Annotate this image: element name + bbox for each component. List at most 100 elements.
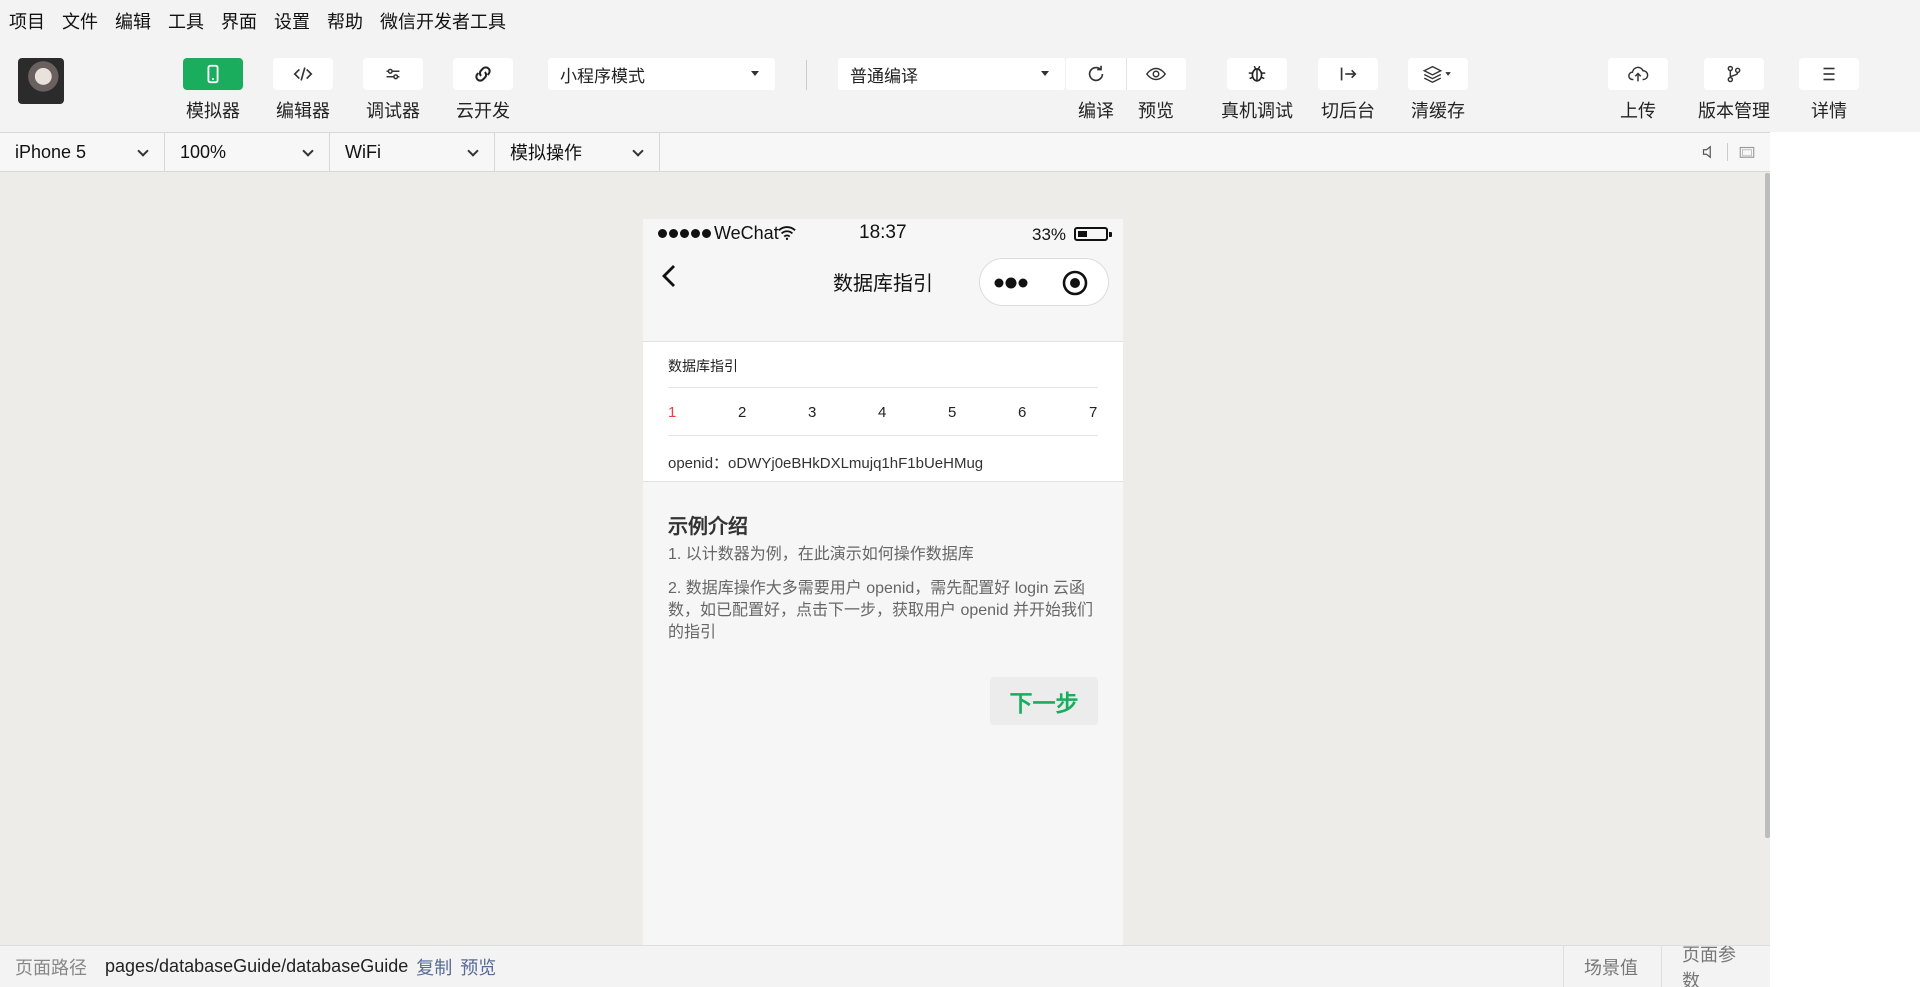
chevron-down-icon bbox=[632, 145, 644, 157]
upload-button[interactable]: 上传 bbox=[1608, 58, 1668, 123]
right-panel bbox=[1770, 132, 1920, 945]
battery-percent: 33% bbox=[1032, 225, 1067, 244]
version-button[interactable]: 版本管理 bbox=[1698, 58, 1770, 123]
bug-icon bbox=[1227, 58, 1287, 90]
menu-devtools[interactable]: 微信开发者工具 bbox=[380, 8, 506, 34]
cloud-upload-icon bbox=[1608, 58, 1668, 90]
step-7: 7 bbox=[1089, 404, 1098, 421]
scene-value-button[interactable]: 场景值 bbox=[1563, 946, 1656, 987]
compile-button[interactable]: 编译 bbox=[1066, 58, 1126, 123]
layers-icon bbox=[1408, 58, 1468, 90]
chevron-down-icon bbox=[137, 145, 149, 157]
divider bbox=[668, 435, 1098, 436]
eye-icon bbox=[1126, 58, 1186, 90]
menu-edit[interactable]: 编辑 bbox=[115, 8, 151, 34]
version-label: 版本管理 bbox=[1698, 101, 1770, 121]
details-button[interactable]: 详情 bbox=[1799, 58, 1859, 123]
preview-button[interactable]: 预览 bbox=[1126, 58, 1186, 123]
intro-title: 示例介绍 bbox=[668, 516, 748, 538]
device-select[interactable]: iPhone 5 bbox=[0, 133, 165, 171]
compile-mode-value: 普通编译 bbox=[850, 66, 918, 86]
divider bbox=[668, 387, 1098, 388]
preview-path-link[interactable]: 预览 bbox=[460, 954, 496, 980]
step-3: 3 bbox=[808, 404, 817, 421]
intro-paragraph-1: 1. 以计数器为例，在此演示如何操作数据库 bbox=[668, 546, 974, 563]
menu-capsule bbox=[979, 258, 1109, 306]
menu-file[interactable]: 文件 bbox=[62, 8, 98, 34]
switch-out-icon bbox=[1318, 58, 1378, 90]
simulator-label: 模拟器 bbox=[186, 101, 240, 121]
wifi-icon bbox=[778, 226, 796, 241]
clear-cache-label: 清缓存 bbox=[1411, 101, 1465, 121]
git-branch-icon bbox=[1704, 58, 1764, 90]
battery-icon bbox=[1074, 227, 1112, 241]
page-params-button[interactable]: 页面参数 bbox=[1661, 945, 1770, 987]
device-bar-icons bbox=[1689, 143, 1756, 161]
zoom-select-value: 100% bbox=[180, 141, 227, 162]
more-dots-icon[interactable] bbox=[994, 273, 1034, 293]
toolbar: 模拟器 编辑器 调试器 云开发 小程序模式 普通编译 编译 预览 真机调试 切后… bbox=[0, 42, 1920, 132]
menu-settings[interactable]: 设置 bbox=[274, 8, 310, 34]
step-5: 5 bbox=[948, 404, 957, 421]
step-indicator: 1 2 3 4 5 6 7 bbox=[668, 404, 1098, 424]
cloud-dev-label: 云开发 bbox=[456, 101, 510, 121]
remote-debug-button[interactable]: 真机调试 bbox=[1221, 58, 1293, 123]
status-bar: WeChat 18:37 33% bbox=[643, 219, 1123, 247]
signal-icon bbox=[658, 229, 713, 238]
menu-tools[interactable]: 工具 bbox=[168, 8, 204, 34]
devtools-window: 项目 文件 编辑 工具 界面 设置 帮助 微信开发者工具 模拟器 编辑器 调试器 bbox=[0, 0, 1920, 987]
copy-path-link[interactable]: 复制 bbox=[416, 954, 452, 980]
debugger-button[interactable]: 调试器 bbox=[363, 58, 423, 123]
cloud-dev-button[interactable]: 云开发 bbox=[453, 58, 513, 123]
simulator-scrollbar[interactable] bbox=[1765, 173, 1770, 838]
background-button[interactable]: 切后台 bbox=[1318, 58, 1378, 123]
details-label: 详情 bbox=[1811, 101, 1847, 121]
carrier-name: WeChat bbox=[714, 223, 779, 243]
next-step-button[interactable]: 下一步 bbox=[990, 677, 1098, 725]
menu-bar: 项目 文件 编辑 工具 界面 设置 帮助 微信开发者工具 bbox=[0, 0, 1920, 42]
simulate-operation-select[interactable]: 模拟操作 bbox=[495, 133, 660, 171]
right-panel-footer bbox=[1770, 945, 1920, 987]
guide-card-title: 数据库指引 bbox=[668, 358, 738, 374]
sliders-icon bbox=[363, 58, 423, 90]
menu-lines-icon bbox=[1799, 58, 1859, 90]
caret-down-icon bbox=[1041, 71, 1049, 76]
mode-select[interactable]: 小程序模式 bbox=[548, 58, 775, 90]
status-time: 18:37 bbox=[859, 222, 907, 243]
mode-select-value: 小程序模式 bbox=[560, 66, 645, 86]
remote-debug-label: 真机调试 bbox=[1221, 101, 1293, 121]
avatar[interactable] bbox=[18, 58, 64, 104]
guide-card: 数据库指引 1 2 3 4 5 6 7 openid：oDWYj0eBHkDXL… bbox=[643, 341, 1123, 482]
simulate-operation-value: 模拟操作 bbox=[510, 143, 582, 163]
refresh-icon bbox=[1066, 58, 1126, 90]
simulator-button[interactable]: 模拟器 bbox=[183, 58, 243, 123]
background-label: 切后台 bbox=[1321, 101, 1375, 121]
compile-mode-select[interactable]: 普通编译 bbox=[838, 58, 1065, 90]
toolbar-divider bbox=[806, 60, 807, 90]
menu-help[interactable]: 帮助 bbox=[327, 8, 363, 34]
page-path: pages/databaseGuide/databaseGuide bbox=[105, 956, 409, 976]
code-icon bbox=[273, 58, 333, 90]
cloud-link-icon bbox=[453, 58, 513, 90]
editor-button[interactable]: 编辑器 bbox=[273, 58, 333, 123]
page-path-label: 页面路径 bbox=[15, 957, 87, 978]
clear-cache-button[interactable]: 清缓存 bbox=[1408, 58, 1468, 123]
step-4: 4 bbox=[878, 404, 887, 421]
step-1: 1 bbox=[668, 404, 677, 421]
preview-label: 预览 bbox=[1138, 101, 1174, 121]
chevron-down-icon bbox=[467, 145, 479, 157]
menu-project[interactable]: 项目 bbox=[9, 8, 45, 34]
close-capsule-icon[interactable] bbox=[1062, 270, 1088, 296]
network-select[interactable]: WiFi bbox=[330, 133, 495, 171]
phone-screen: WeChat 18:37 33% 数据库指引 数据库指引 1 2 3 4 5 6… bbox=[643, 219, 1123, 945]
caret-down-icon bbox=[751, 71, 759, 76]
openid-text: openid：oDWYj0eBHkDXLmujq1hF1bUeHMug bbox=[668, 455, 984, 472]
zoom-select[interactable]: 100% bbox=[165, 133, 330, 171]
menu-view[interactable]: 界面 bbox=[221, 8, 257, 34]
speaker-icon[interactable] bbox=[1699, 143, 1717, 161]
device-bar: iPhone 5 100% WiFi 模拟操作 bbox=[0, 132, 1770, 172]
step-2: 2 bbox=[738, 404, 747, 421]
device-select-value: iPhone 5 bbox=[15, 141, 87, 162]
detach-window-icon[interactable] bbox=[1738, 143, 1756, 161]
editor-label: 编辑器 bbox=[276, 101, 330, 121]
